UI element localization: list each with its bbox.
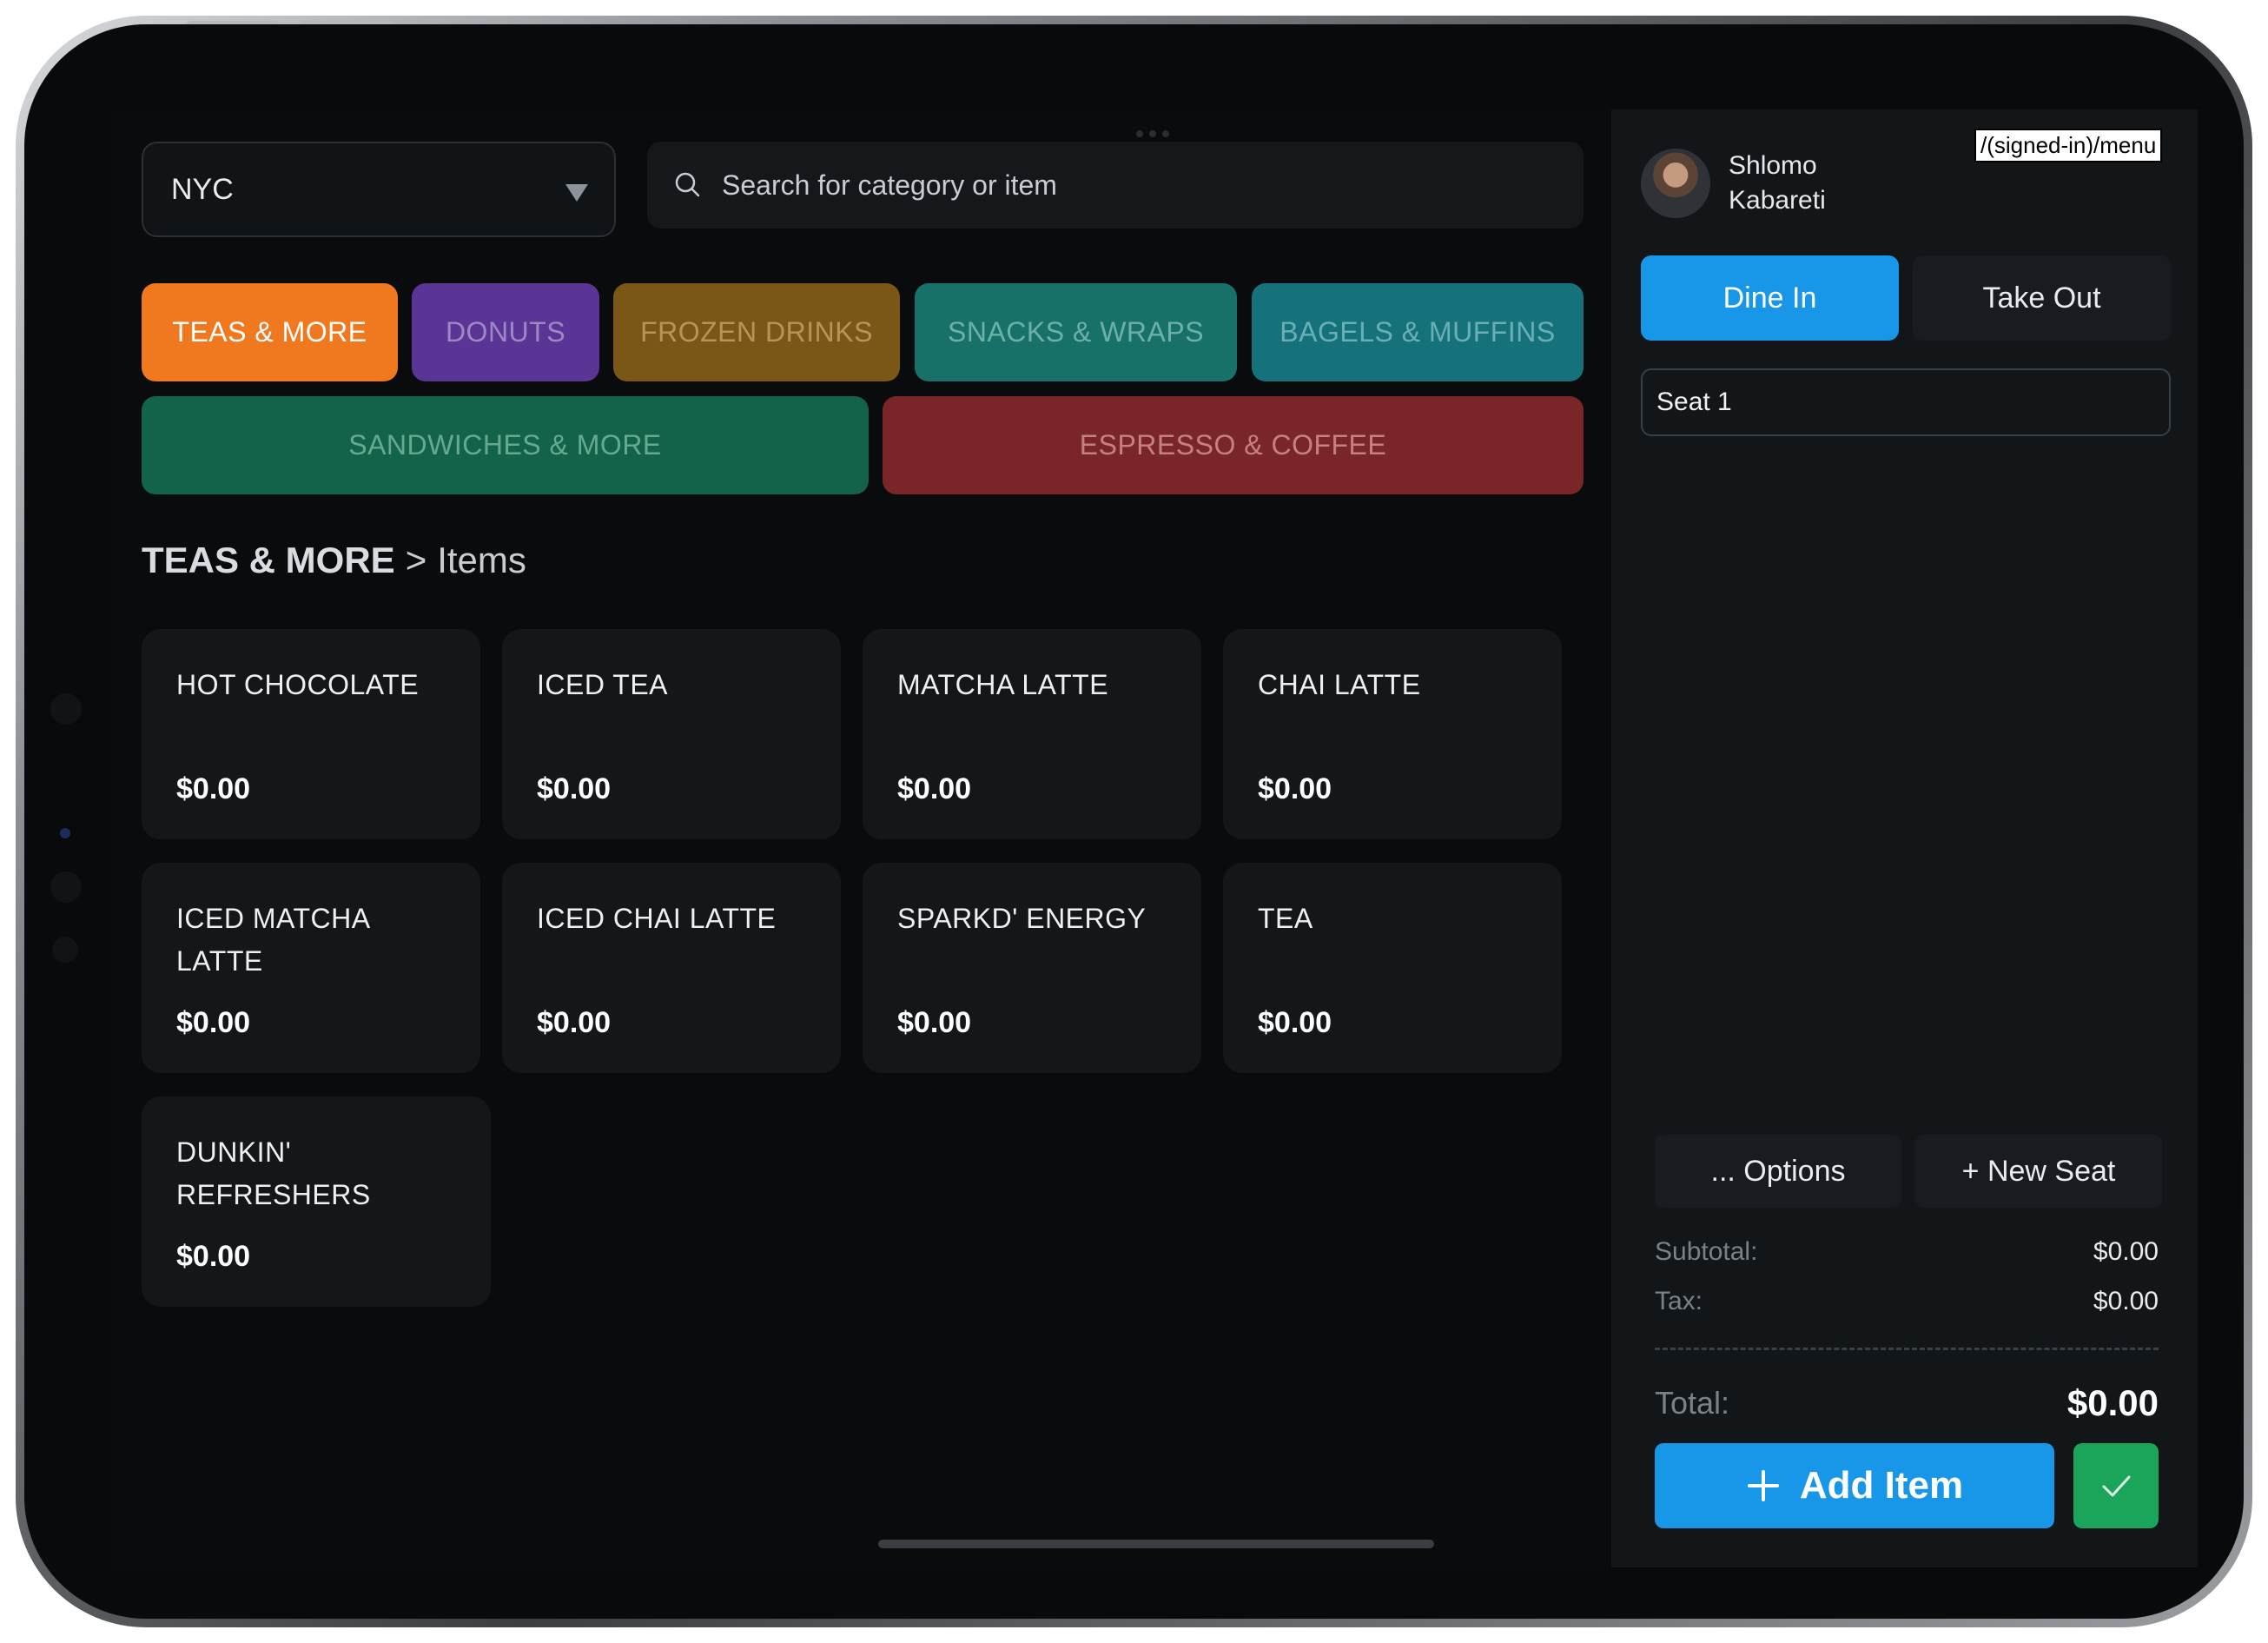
- search-bar[interactable]: [647, 142, 1584, 229]
- item-name: CHAI LATTE: [1258, 669, 1421, 700]
- subtotal-label: Subtotal:: [1655, 1237, 1758, 1266]
- order-panel: Shlomo Kabareti /(signed-in)/menu Dine I…: [1611, 109, 2198, 1567]
- plus-icon: [1747, 1470, 1779, 1501]
- sensor-icon: [52, 937, 78, 963]
- tax-label: Tax:: [1655, 1287, 1703, 1315]
- item-card[interactable]: ICED MATCHA LATTE $0.00: [142, 863, 480, 1073]
- item-price: $0.00: [176, 772, 251, 805]
- item-price: $0.00: [1258, 1006, 1332, 1039]
- total-row: Total: $0.00: [1655, 1382, 2159, 1424]
- chevron-down-icon: [565, 184, 588, 202]
- item-name: ICED MATCHA LATTE: [176, 903, 369, 977]
- item-name: HOT CHOCOLATE: [176, 669, 420, 700]
- item-name: SPARKD' ENERGY: [897, 903, 1147, 934]
- summary-divider: [1655, 1348, 2159, 1350]
- item-card[interactable]: TEA $0.00: [1223, 863, 1562, 1073]
- item-card[interactable]: HOT CHOCOLATE $0.00: [142, 629, 480, 839]
- item-card[interactable]: CHAI LATTE $0.00: [1223, 629, 1562, 839]
- sensor-icon: [50, 871, 82, 903]
- dine-in-button[interactable]: Dine In: [1641, 255, 1899, 341]
- item-name: ICED CHAI LATTE: [537, 903, 777, 934]
- app-screen: NYC TEAS & MORE DONUTS FROZEN DRINKS SNA…: [111, 109, 2198, 1567]
- category-bagels-and-muffins[interactable]: BAGELS & MUFFINS: [1252, 283, 1584, 381]
- user-name: Shlomo Kabareti: [1729, 149, 1859, 218]
- menu-panel: NYC TEAS & MORE DONUTS FROZEN DRINKS SNA…: [111, 109, 1611, 1567]
- item-name: DUNKIN' REFRESHERS: [176, 1136, 371, 1210]
- item-price: $0.00: [537, 1006, 612, 1039]
- item-card[interactable]: ICED TEA $0.00: [502, 629, 841, 839]
- item-price: $0.00: [1258, 772, 1332, 805]
- new-seat-button[interactable]: + New Seat: [1915, 1135, 2162, 1208]
- category-espresso-and-coffee[interactable]: ESPRESSO & COFFEE: [883, 396, 1584, 494]
- category-snacks-and-wraps[interactable]: SNACKS & WRAPS: [915, 283, 1237, 381]
- item-name: ICED TEA: [537, 669, 668, 700]
- tax-value: $0.00: [2093, 1287, 2159, 1315]
- item-price: $0.00: [537, 772, 612, 805]
- breadcrumb-separator: >: [405, 540, 427, 580]
- add-item-label: Add Item: [1799, 1464, 1964, 1507]
- category-sandwiches-and-more[interactable]: SANDWICHES & MORE: [142, 396, 869, 494]
- item-card[interactable]: SPARKD' ENERGY $0.00: [863, 863, 1201, 1073]
- item-card[interactable]: MATCHA LATTE $0.00: [863, 629, 1201, 839]
- item-name: MATCHA LATTE: [897, 669, 1109, 700]
- tablet-frame: NYC TEAS & MORE DONUTS FROZEN DRINKS SNA…: [16, 16, 2252, 1627]
- user-first-name: Shlomo: [1729, 151, 1817, 180]
- item-price: $0.00: [176, 1240, 251, 1273]
- category-donuts[interactable]: DONUTS: [412, 283, 599, 381]
- item-name: TEA: [1258, 903, 1313, 934]
- add-item-button[interactable]: Add Item: [1655, 1443, 2054, 1528]
- search-icon: [675, 172, 700, 197]
- item-card[interactable]: DUNKIN' REFRESHERS $0.00: [142, 1096, 491, 1307]
- home-indicator[interactable]: [878, 1540, 1434, 1548]
- category-teas-and-more[interactable]: TEAS & MORE: [142, 283, 398, 381]
- route-label: /(signed-in)/menu: [1974, 129, 2163, 162]
- confirm-order-button[interactable]: [2073, 1443, 2159, 1528]
- seat-label: Seat 1: [1656, 388, 1732, 416]
- total-value: $0.00: [2066, 1382, 2159, 1423]
- item-price: $0.00: [176, 1006, 251, 1039]
- search-input[interactable]: [720, 168, 1505, 202]
- item-card[interactable]: ICED CHAI LATTE $0.00: [502, 863, 841, 1073]
- seat-tab[interactable]: Seat 1: [1641, 368, 2171, 436]
- check-icon: [2102, 1475, 2131, 1497]
- category-frozen-drinks[interactable]: FROZEN DRINKS: [613, 283, 900, 381]
- camera-icon: [50, 693, 82, 725]
- breadcrumb-section: Items: [437, 540, 526, 580]
- breadcrumb-category[interactable]: TEAS & MORE: [142, 540, 395, 581]
- location-select[interactable]: NYC: [142, 142, 616, 237]
- options-button[interactable]: ... Options: [1655, 1135, 1901, 1208]
- user-last-name: Kabareti: [1729, 186, 1826, 215]
- breadcrumb: TEAS & MORE > Items: [142, 540, 526, 581]
- take-out-button[interactable]: Take Out: [1913, 255, 2171, 341]
- item-price: $0.00: [897, 1006, 972, 1039]
- location-value: NYC: [171, 172, 234, 206]
- subtotal-row: Subtotal: $0.00: [1655, 1237, 2159, 1267]
- tax-row: Tax: $0.00: [1655, 1287, 2159, 1316]
- subtotal-value: $0.00: [2093, 1237, 2159, 1266]
- item-price: $0.00: [897, 772, 972, 805]
- light-sensor-icon: [60, 828, 70, 838]
- total-label: Total:: [1655, 1385, 1730, 1421]
- avatar[interactable]: [1641, 149, 1710, 218]
- multitask-handle[interactable]: [1136, 130, 1169, 137]
